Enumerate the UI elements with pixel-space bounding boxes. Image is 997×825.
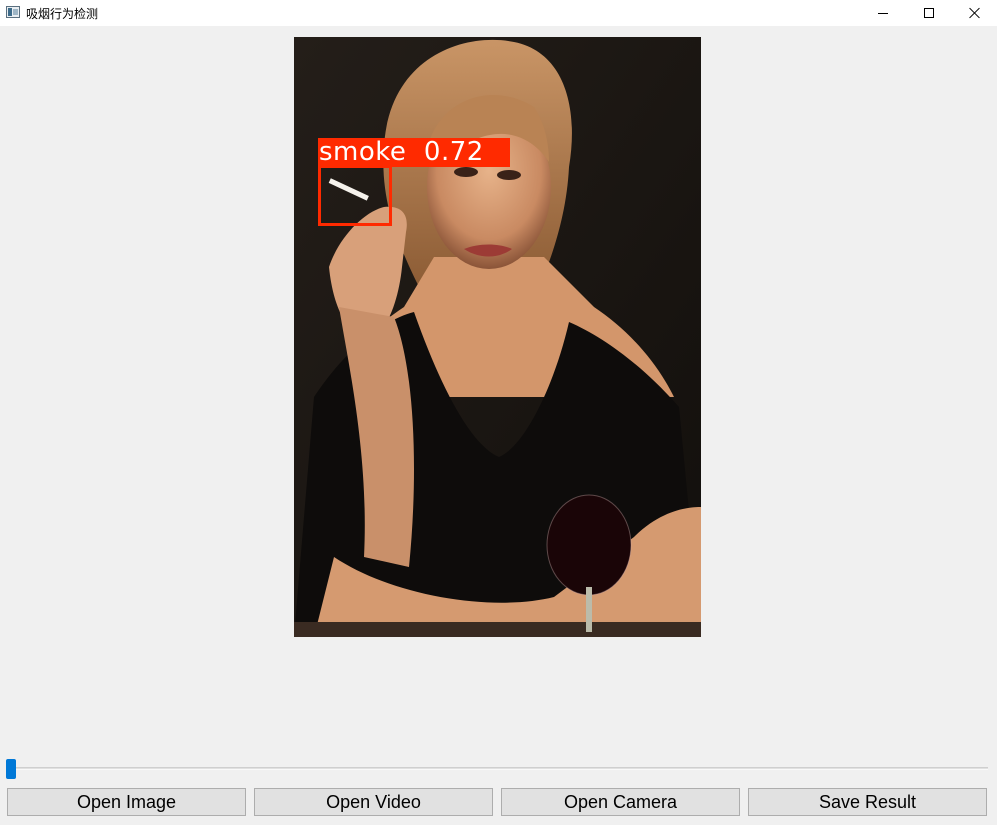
maximize-icon (924, 8, 934, 18)
title-bar[interactable]: 吸烟行为检测 (0, 0, 997, 26)
photo-illustration (294, 37, 701, 637)
open-camera-button[interactable]: Open Camera (501, 788, 740, 816)
window-title: 吸烟行为检测 (26, 7, 99, 21)
detection-image-display: smoke 0.72 (294, 37, 701, 637)
minimize-icon (878, 12, 888, 14)
video-progress-handle[interactable] (6, 759, 16, 779)
video-progress-track[interactable] (10, 767, 988, 770)
maximize-button[interactable] (906, 0, 952, 26)
detection-bounding-box (318, 165, 392, 226)
app-window: 吸烟行为检测 smoke 0.72 Open Image Open Video … (0, 0, 997, 825)
detection-label: smoke 0.72 (318, 138, 510, 167)
minimize-button[interactable] (860, 0, 906, 26)
open-video-button[interactable]: Open Video (254, 788, 493, 816)
save-result-button[interactable]: Save Result (748, 788, 987, 816)
open-image-button[interactable]: Open Image (7, 788, 246, 816)
close-button[interactable] (952, 0, 997, 26)
app-window-icon (6, 6, 20, 18)
close-icon (969, 7, 981, 19)
